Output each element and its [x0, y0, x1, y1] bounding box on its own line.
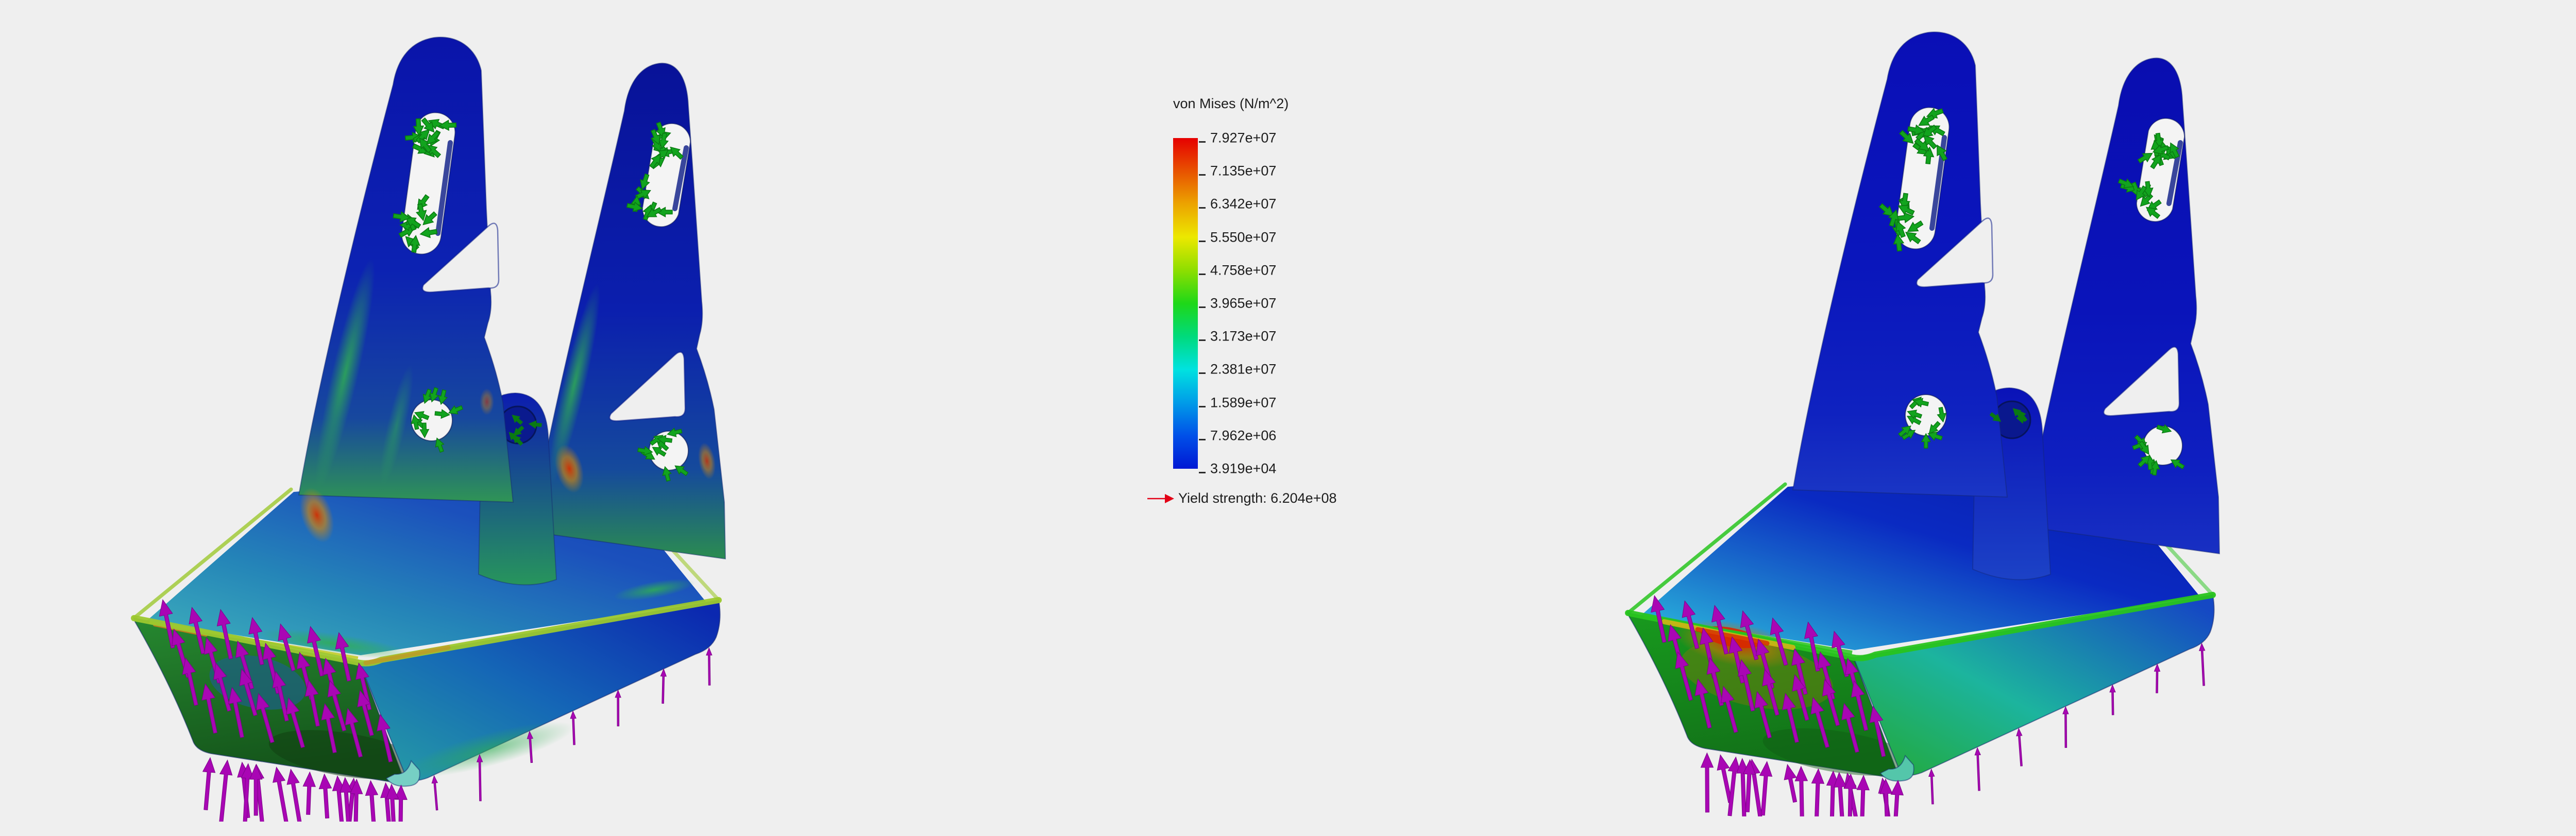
- legend-tick-label: 4.758e+07: [1210, 262, 1276, 278]
- yield-strength-label: Yield strength: 6.204e+08: [1178, 490, 1336, 506]
- legend-tick-label: 3.173e+07: [1210, 329, 1276, 345]
- legend-tick-mark: [1199, 174, 1206, 176]
- legend-tick-label: 2.381e+07: [1210, 362, 1276, 378]
- stress-hotspot: [480, 388, 494, 415]
- legend-tick-mark: [1199, 207, 1206, 209]
- yield-strength-annotation: Yield strength: 6.204e+08: [1147, 490, 1336, 506]
- legend-tick-label: 3.919e+04: [1210, 461, 1276, 477]
- bracket-arm-front: [1793, 32, 2007, 497]
- von-mises-legend: von Mises (N/m^2) 7.927e+07 7.135e+07 6.34…: [1173, 96, 1323, 523]
- legend-tick-label: 7.962e+06: [1210, 428, 1276, 443]
- legend-tick-label: 6.342e+07: [1210, 196, 1276, 212]
- legend-tick-label: 7.927e+07: [1210, 130, 1276, 146]
- yield-arrow-icon: [1147, 493, 1174, 504]
- legend-tick-label: 7.135e+07: [1210, 163, 1276, 179]
- legend-tick-mark: [1199, 472, 1206, 473]
- bracket-arm-rear: [2035, 58, 2219, 554]
- stress-colorbar: [1173, 138, 1198, 469]
- legend-title: von Mises (N/m^2): [1173, 96, 1289, 112]
- legend-tick-mark: [1199, 339, 1206, 341]
- legend-tick-label: 3.965e+07: [1210, 296, 1276, 312]
- stress-legend-ticks: 7.927e+077.135e+076.342e+075.550e+074.75…: [1198, 138, 1301, 469]
- legend-tick-mark: [1199, 274, 1206, 275]
- legend-tick-label: 5.550e+07: [1210, 229, 1276, 245]
- legend-tick-mark: [1199, 439, 1206, 440]
- legend-tick-mark: [1199, 241, 1206, 242]
- legend-tick-mark: [1199, 406, 1206, 407]
- legend-tick-mark: [1199, 306, 1206, 308]
- legend-tick-label: 1.589e+07: [1210, 395, 1276, 411]
- legend-tick-mark: [1199, 141, 1206, 143]
- displacement-model-viewport[interactable]: [1571, 8, 2251, 816]
- fea-results-page: { "background": "#efefef", "stress_view"…: [0, 0, 2576, 836]
- stress-model-viewport[interactable]: [77, 13, 757, 822]
- legend-tick-mark: [1199, 372, 1206, 374]
